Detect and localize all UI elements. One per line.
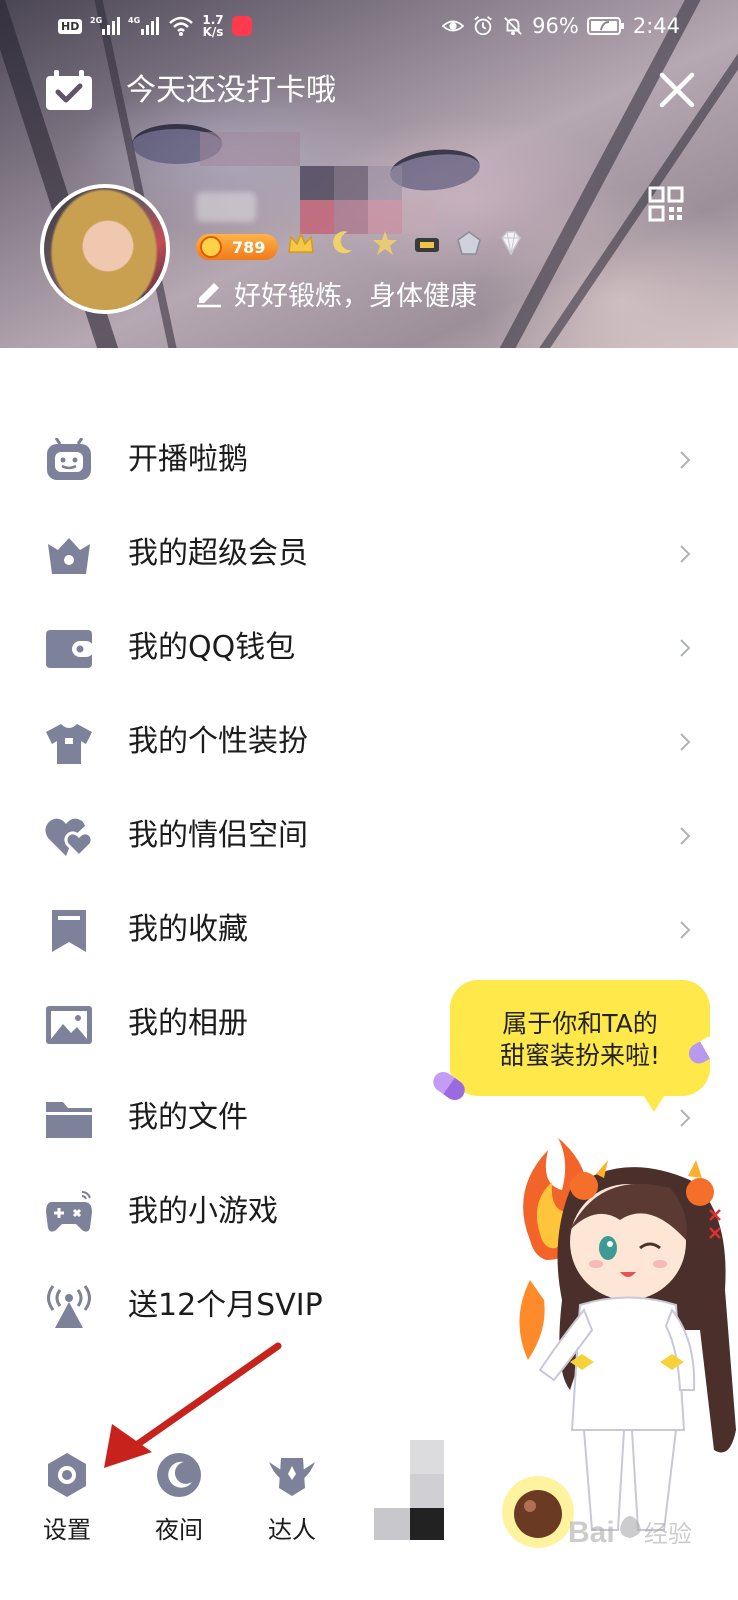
diamond-icon [501, 231, 521, 256]
menu-label: 我的小游戏 [128, 1194, 278, 1229]
broadcast-icon [47, 1285, 91, 1328]
menu-label: 我的文件 [128, 1100, 248, 1135]
svg-text:2G: 2G [90, 16, 102, 25]
night-label: 夜间 [155, 1516, 203, 1544]
chevron-right-icon [680, 921, 691, 939]
hd-badge: HD [58, 18, 83, 34]
status-bar: HD 2G 4G 1.7 K/s 96% 2:44 [0, 0, 738, 52]
nickname[interactable] [196, 192, 256, 222]
eye-icon [442, 20, 465, 32]
qr-code-icon[interactable] [648, 186, 684, 222]
crown-bag-icon [48, 538, 90, 574]
moon-icon [157, 1453, 201, 1497]
alarm-icon [474, 16, 492, 36]
menu-item-wallet[interactable]: 我的QQ钱包 [0, 600, 738, 696]
pixelated-block [374, 1440, 444, 1540]
network-speed: 1.7 K/s [202, 13, 224, 39]
settings-hexagon-icon [48, 1453, 86, 1497]
star-level-icon [373, 231, 397, 255]
menu-item-couple[interactable]: 我的情侣空间 [0, 788, 738, 884]
level-icons[interactable] [286, 228, 526, 258]
chevron-right-icon [680, 1109, 691, 1127]
signal-4g-icon: 4G [128, 16, 160, 35]
checkin-prompt[interactable]: 今天还没打卡哦 [126, 70, 336, 112]
hearts-icon [45, 818, 94, 859]
menu-label: 开播啦鹅 [128, 442, 248, 477]
menu-item-favorites[interactable]: 我的收藏 [0, 882, 738, 978]
menu-label: 我的相册 [128, 1006, 248, 1041]
winged-badge-icon [269, 1458, 315, 1496]
battery-percent: 96% [532, 14, 579, 38]
menu-item-theme[interactable]: 我的个性装扮 [0, 694, 738, 790]
app-notification-icon [231, 16, 252, 36]
mute-bell-icon [504, 17, 523, 36]
menu-item-live[interactable]: 开播啦鹅 [0, 412, 738, 508]
photo-icon [46, 1006, 92, 1044]
clock: 2:44 [632, 14, 680, 38]
chevron-right-icon [680, 451, 691, 469]
chevron-right-icon [680, 639, 691, 657]
expert-label: 达人 [268, 1516, 316, 1544]
battery-icon [586, 17, 624, 35]
gamepad-icon [46, 1191, 92, 1232]
chevron-right-icon [680, 545, 691, 563]
bubble-tail [640, 1090, 668, 1112]
svg-text:经验: 经验 [644, 1520, 692, 1548]
menu-label: 我的收藏 [128, 912, 248, 947]
signature-text: 好好锻炼，身体健康 [234, 280, 477, 312]
settings-label: 设置 [43, 1516, 91, 1544]
promo-bubble[interactable]: 属于你和TA的 甜蜜装扮来啦! [450, 980, 710, 1096]
chevron-right-icon [680, 827, 691, 845]
menu-label: 我的个性装扮 [128, 724, 308, 759]
coin-icon [200, 236, 222, 258]
signal-2g-icon: 2G [90, 16, 121, 35]
svg-text:Bai: Bai [568, 1516, 615, 1549]
coin-value: 789 [232, 237, 266, 257]
svip-level-icon [457, 231, 481, 255]
menu-label: 我的情侣空间 [128, 818, 308, 853]
vip-level-icon [415, 238, 439, 252]
promo-text: 属于你和TA的 甜蜜装扮来啦! [499, 1009, 661, 1070]
moon-level-icon [333, 231, 352, 254]
menu-label: 我的QQ钱包 [128, 630, 296, 665]
expert-button[interactable]: 达人 [242, 1440, 342, 1560]
tshirt-icon [46, 724, 92, 764]
crown-icon [288, 231, 314, 253]
avatar[interactable] [40, 184, 170, 314]
edit-icon [197, 283, 221, 308]
close-icon[interactable] [655, 68, 699, 112]
coin-badge[interactable]: 789 [196, 234, 278, 260]
signature[interactable]: 好好锻炼，身体健康 [194, 273, 477, 313]
nickname-mosaic [200, 132, 440, 238]
wifi-icon [169, 16, 194, 36]
menu-label: 我的超级会员 [128, 536, 308, 571]
chevron-right-icon [680, 733, 691, 751]
night-mode-button[interactable]: 夜间 [129, 1440, 229, 1560]
tv-robot-icon [47, 438, 91, 480]
wallet-icon [46, 630, 94, 668]
calendar-check-icon[interactable] [44, 70, 94, 112]
settings-button[interactable]: 设置 [17, 1440, 117, 1560]
bookmark-icon [52, 910, 86, 952]
menu-item-super-vip[interactable]: 我的超级会员 [0, 506, 738, 602]
profile-header: HD 2G 4G 1.7 K/s 96% 2:44 今天还没打卡哦 789 好好… [0, 0, 738, 348]
folder-icon [46, 1102, 92, 1138]
svg-text:4G: 4G [128, 16, 140, 25]
baidu-watermark: Bai 经验 [568, 1516, 692, 1549]
